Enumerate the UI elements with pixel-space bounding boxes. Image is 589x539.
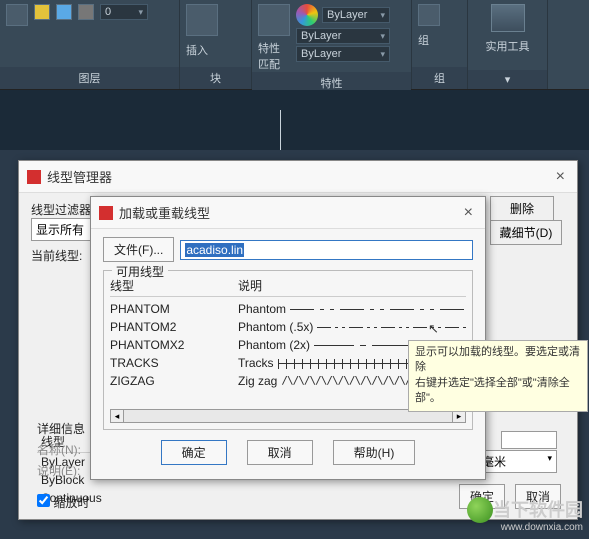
ribbon-label: ▾ (468, 70, 547, 89)
linetype-name: PHANTOM (110, 302, 238, 316)
dialog-titlebar[interactable]: 加载或重载线型 × (91, 197, 485, 229)
ribbon-label: 图层 (0, 67, 179, 89)
iso-input[interactable] (501, 431, 557, 449)
app-logo-icon (27, 170, 41, 184)
help-button[interactable]: 帮助(H) (333, 440, 416, 465)
desc-label: 说明(E): (37, 462, 85, 479)
layer-icon[interactable] (6, 4, 28, 26)
watermark: 当下软件园 www.downxia.com (493, 496, 583, 533)
file-path-input[interactable]: acadiso.lin (180, 240, 473, 260)
properties-icon[interactable] (258, 4, 290, 36)
detail-header: 详细信息 (37, 420, 85, 437)
file-button[interactable]: 文件(F)... (103, 237, 174, 262)
ok-button[interactable]: 确定 (161, 440, 227, 465)
scale-checkbox[interactable]: 缩放时 (37, 494, 89, 511)
col-name[interactable]: 线型 (110, 277, 238, 294)
linetype-name: PHANTOM2 (110, 320, 238, 334)
app-logo-icon (99, 206, 113, 220)
color-select[interactable]: ByLayer (322, 7, 390, 23)
linetype-name: PHANTOMX2 (110, 338, 238, 352)
ribbon-group-group: 组 组 (412, 0, 468, 89)
dialog-titlebar[interactable]: 线型管理器 × (19, 161, 577, 193)
close-icon[interactable]: × (460, 204, 477, 222)
linetype-name: TRACKS (110, 356, 238, 370)
ribbon-group-layers: 0 图层 (0, 0, 180, 89)
units-combo[interactable]: 毫米 (477, 450, 557, 473)
ribbon: 0 图层 插入 块 特性匹配 ByLayer ByLayer ByLayer 特… (0, 0, 589, 90)
ribbon-group-util: 实用工具 ▾ (468, 0, 548, 89)
scroll-left-icon[interactable]: ◂ (110, 409, 124, 423)
layer-select[interactable]: 0 (100, 4, 148, 20)
hide-details-button[interactable]: 藏细节(D) (490, 220, 562, 245)
linetype-row[interactable]: PHANTOMPhantom (110, 300, 466, 318)
dialog-title: 加载或重载线型 (119, 203, 210, 222)
col-desc[interactable]: 说明 (238, 277, 466, 294)
color-wheel-icon[interactable] (296, 4, 318, 26)
group-icon[interactable] (418, 4, 440, 26)
calculator-icon[interactable] (491, 4, 525, 32)
delete-button[interactable]: 删除 (490, 196, 554, 221)
crosshair-cursor (280, 110, 281, 150)
name-label: 名称(N): (37, 441, 85, 458)
lineweight-select[interactable]: ByLayer (296, 28, 390, 44)
linetype-select[interactable]: ByLayer (296, 46, 390, 62)
tooltip: 显示可以加载的线型。要选定或清除 右键并选定"选择全部"或"清除全部"。 (408, 340, 588, 412)
sun-icon[interactable] (34, 4, 50, 20)
linetype-row[interactable]: PHANTOM2Phantom (.5x) (110, 318, 466, 336)
linetype-desc: Phantom (.5x) (238, 320, 466, 334)
linetype-name: ZIGZAG (110, 374, 238, 388)
ribbon-group-block: 插入 块 (180, 0, 252, 89)
close-icon[interactable]: × (552, 168, 569, 186)
ribbon-label: 组 (412, 67, 467, 89)
detail-group: 详细信息 名称(N): 说明(E): (37, 420, 85, 479)
watermark-icon (467, 497, 493, 523)
insert-icon[interactable] (186, 4, 218, 36)
load-linetypes-dialog: 加载或重载线型 × 文件(F)... acadiso.lin 可用线型 线型 说… (90, 196, 486, 480)
drawing-canvas[interactable] (0, 90, 589, 150)
ribbon-label: 块 (180, 67, 251, 89)
linetype-desc: Phantom (238, 302, 466, 316)
freeze-icon[interactable] (56, 4, 72, 20)
lock-icon[interactable] (78, 4, 94, 20)
ribbon-group-props: 特性匹配 ByLayer ByLayer ByLayer 特性 (252, 0, 412, 89)
cancel-button[interactable]: 取消 (247, 440, 313, 465)
dialog-title: 线型管理器 (47, 167, 112, 186)
